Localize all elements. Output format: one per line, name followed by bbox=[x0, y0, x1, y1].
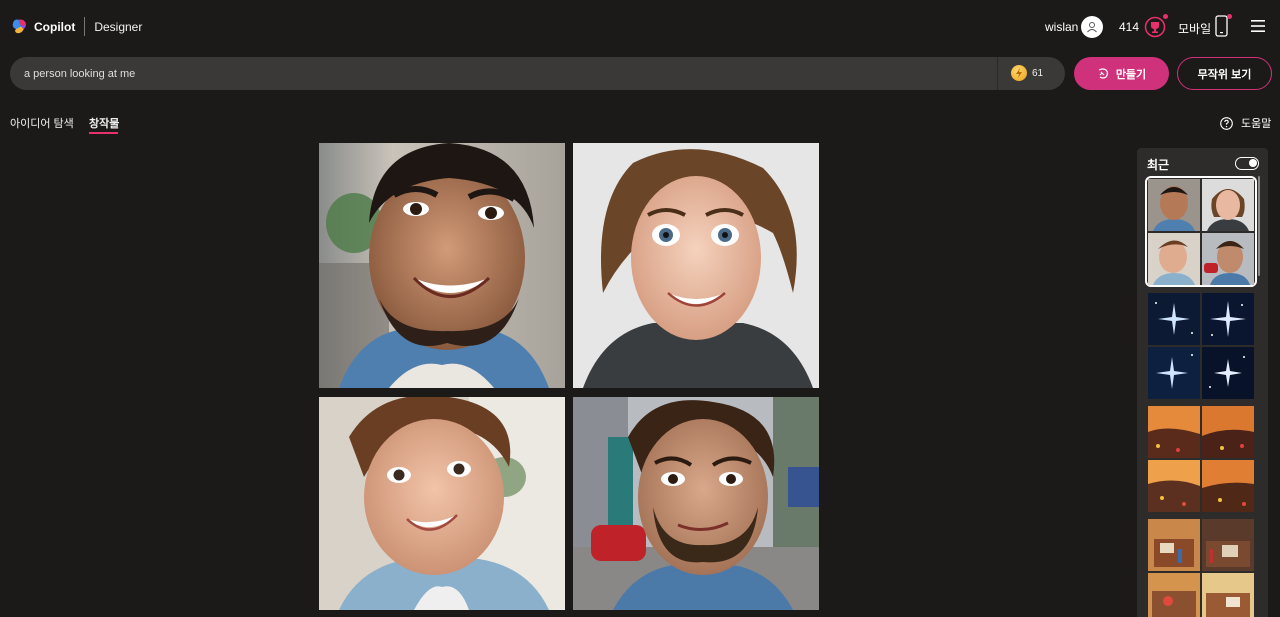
recent-panel: 최근 bbox=[1137, 148, 1268, 617]
boost-coin-icon bbox=[1011, 65, 1027, 81]
prompt-input[interactable] bbox=[24, 57, 984, 90]
portrait-boy-smiling-image bbox=[319, 397, 565, 610]
recent-set-starry-sky[interactable] bbox=[1148, 293, 1254, 399]
surprise-me-button[interactable]: 무작위 보기 bbox=[1177, 57, 1272, 90]
hamburger-menu-icon[interactable] bbox=[1251, 20, 1265, 32]
recent-thumb bbox=[1148, 406, 1200, 458]
mobile-notification-dot bbox=[1227, 14, 1232, 19]
toggle-knob bbox=[1249, 159, 1257, 167]
user-name[interactable]: wislan bbox=[1045, 20, 1078, 34]
help-label: 도움말 bbox=[1241, 118, 1272, 130]
generated-image-1[interactable] bbox=[319, 143, 565, 388]
help-circle-icon bbox=[1220, 116, 1233, 130]
recent-thumb bbox=[1148, 233, 1200, 285]
brand-name: Copilot bbox=[34, 19, 76, 34]
recent-thumb bbox=[1202, 573, 1254, 617]
prompt-bar: 61 bbox=[10, 57, 1065, 90]
recent-thumb bbox=[1148, 179, 1200, 231]
portrait-man-street-image bbox=[573, 397, 819, 610]
brand-divider bbox=[84, 17, 86, 36]
recent-title: 최근 bbox=[1147, 158, 1170, 172]
product-name: Designer bbox=[94, 19, 143, 34]
mobile-label[interactable]: 모바일 bbox=[1178, 20, 1211, 37]
prompt-divider bbox=[997, 57, 998, 90]
recent-thumb bbox=[1202, 519, 1254, 571]
recent-thumb bbox=[1202, 179, 1254, 231]
boost-count: 61 bbox=[1032, 67, 1044, 79]
generated-image-4[interactable] bbox=[573, 397, 819, 610]
recent-thumb bbox=[1148, 293, 1200, 345]
surprise-button-label: 무작위 보기 bbox=[1197, 68, 1252, 81]
portrait-man-smiling-image bbox=[319, 143, 565, 388]
user-avatar-icon[interactable] bbox=[1081, 16, 1103, 38]
recent-scrollbar[interactable] bbox=[1258, 176, 1260, 276]
recent-thumb bbox=[1148, 460, 1200, 512]
recent-thumb bbox=[1202, 347, 1254, 399]
create-sparkle-icon bbox=[1098, 68, 1108, 79]
mobile-phone-icon[interactable] bbox=[1215, 15, 1228, 37]
rewards-points[interactable]: 414 bbox=[1119, 20, 1139, 34]
recent-thumb bbox=[1148, 347, 1200, 399]
copilot-logo-icon bbox=[12, 19, 27, 34]
recent-thumb bbox=[1148, 573, 1200, 617]
help-link[interactable]: 도움말 bbox=[1220, 115, 1271, 131]
recent-thumb bbox=[1202, 233, 1254, 285]
create-button[interactable]: 만들기 bbox=[1074, 57, 1169, 90]
recent-thumb bbox=[1148, 519, 1200, 571]
recent-toggle-icon[interactable] bbox=[1235, 157, 1259, 170]
recent-thumb bbox=[1202, 460, 1254, 512]
create-button-label: 만들기 bbox=[1115, 68, 1147, 81]
recent-set-art-desk[interactable] bbox=[1148, 519, 1254, 617]
recent-thumb bbox=[1202, 406, 1254, 458]
boost-counter[interactable]: 61 bbox=[1011, 65, 1043, 81]
recent-set-sunset-field[interactable] bbox=[1148, 406, 1254, 512]
brand[interactable]: Copilot Designer bbox=[11, 17, 142, 36]
portrait-young-man-wide-eyes-image bbox=[573, 143, 819, 388]
recent-thumb bbox=[1202, 293, 1254, 345]
rewards-notification-dot bbox=[1163, 14, 1168, 19]
tab-explore-ideas[interactable]: 아이디어 탐색 bbox=[10, 115, 74, 131]
top-header: Copilot Designer wislan 414 모바일 bbox=[0, 0, 1280, 54]
generated-image-2[interactable] bbox=[573, 143, 819, 388]
rewards-trophy-icon[interactable] bbox=[1144, 16, 1166, 38]
tab-creations[interactable]: 창작물 bbox=[89, 115, 119, 131]
active-tab-indicator bbox=[89, 132, 118, 134]
recent-set-portraits[interactable] bbox=[1145, 176, 1257, 287]
generated-image-3[interactable] bbox=[319, 397, 565, 610]
